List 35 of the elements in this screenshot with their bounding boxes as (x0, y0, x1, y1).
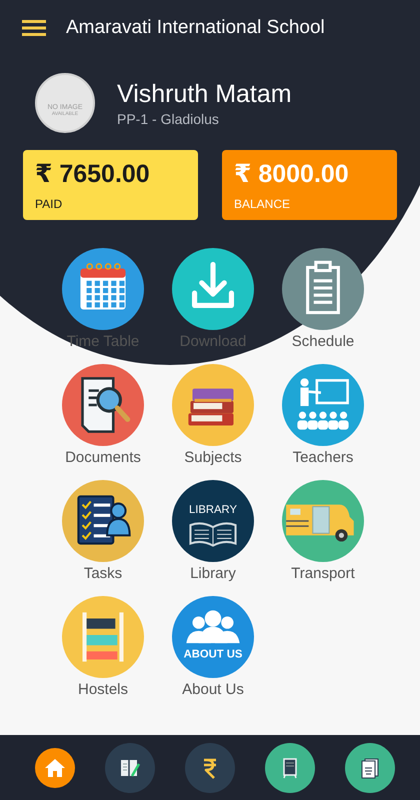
menu-tile[interactable]: Tasks (48, 480, 158, 582)
nav-button[interactable] (265, 742, 315, 792)
fee-label: BALANCE (234, 197, 292, 211)
fee-amount: ₹ 7650.00 (35, 162, 151, 187)
icon-caption: ABOUT US (184, 648, 242, 660)
menu-tile[interactable]: Subjects (158, 364, 268, 466)
menu-tile[interactable]: Teachers (268, 364, 378, 466)
menu-tile[interactable]: Documents (48, 364, 158, 466)
app-title: Amaravati International School (66, 17, 325, 39)
student-class: PP-1 - Gladiolus (117, 110, 220, 126)
nav-button[interactable] (35, 748, 75, 788)
menu-tile[interactable]: LIBRARY Library (158, 480, 268, 582)
clipboard-icon (282, 248, 364, 330)
bus-icon (282, 480, 364, 562)
fee-amount: ₹ 8000.00 (234, 162, 350, 187)
checklist-icon (62, 480, 144, 562)
menu-tile[interactable]: ABOUT US About Us (158, 596, 268, 698)
shelves-icon (62, 596, 144, 678)
books-icon (172, 364, 254, 446)
download-icon (172, 248, 254, 330)
nav-button[interactable] (185, 742, 235, 792)
nav-button[interactable] (345, 742, 395, 792)
fee-label: PAID (35, 197, 64, 211)
document-search-icon (62, 364, 144, 446)
teacher-icon (282, 364, 364, 446)
calendar-icon (62, 248, 144, 330)
nav-button[interactable] (105, 742, 155, 792)
open-book-drawing (189, 522, 237, 547)
icon-caption: LIBRARY (189, 504, 237, 516)
menu-tile[interactable]: Hostels (48, 596, 158, 698)
menu-tile[interactable]: Transport (268, 480, 378, 582)
people-drawing (186, 610, 240, 644)
menu-tile[interactable]: Schedule (268, 248, 378, 350)
menu-icon[interactable] (22, 20, 46, 36)
student-name: Vishruth Matam (117, 80, 292, 108)
